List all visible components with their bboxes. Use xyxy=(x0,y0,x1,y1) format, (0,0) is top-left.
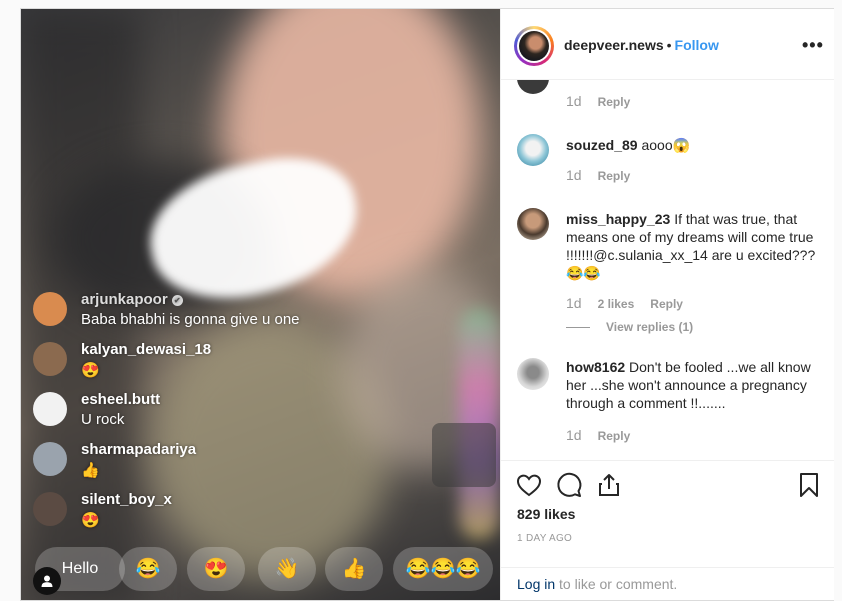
view-replies-button[interactable]: View replies (1) xyxy=(566,320,693,334)
tagged-user-button[interactable] xyxy=(33,567,61,595)
live-comment-user: sharmapadariya xyxy=(81,441,197,458)
avatar[interactable] xyxy=(517,134,549,166)
live-comment-user: arjunkapoor xyxy=(81,291,168,308)
camera-preview xyxy=(432,423,496,487)
avatar xyxy=(33,442,67,476)
avatar xyxy=(33,342,67,376)
live-comment-user: silent_boy_x xyxy=(81,491,172,508)
avatar[interactable] xyxy=(517,80,549,94)
live-comment-user: kalyan_dewasi_18 xyxy=(81,341,212,358)
live-comment: arjunkapoor ✔ Baba bhabhi is gonna give u… xyxy=(33,287,373,337)
share-icon[interactable] xyxy=(595,471,623,499)
comment-icon[interactable] xyxy=(555,471,583,499)
reply-button[interactable]: Reply xyxy=(598,429,631,443)
reaction-bar: Hello 😂 😍 👋 👍 😂😂😂 xyxy=(21,543,500,593)
login-link[interactable]: Log in xyxy=(517,576,555,592)
avatar xyxy=(33,492,67,526)
comment-meta: 1d Reply xyxy=(566,427,630,443)
live-comment-text: 😍 xyxy=(81,362,100,379)
live-comment-user: esheel.butt xyxy=(81,391,161,408)
live-comment: kalyan_dewasi_18 😍 xyxy=(33,337,373,387)
comment-age: 1d xyxy=(566,167,582,183)
reply-button[interactable]: Reply xyxy=(650,297,683,311)
avatar xyxy=(33,392,67,426)
reaction-laugh-multi-button[interactable]: 😂😂😂 xyxy=(393,547,493,591)
view-replies-label: View replies (1) xyxy=(606,320,694,334)
comment-user[interactable]: how8162 xyxy=(566,359,625,375)
login-prompt: Log in to like or comment. xyxy=(501,567,834,601)
comment-meta: 1d Reply xyxy=(566,93,630,109)
reaction-thumbs-up-button[interactable]: 👍 xyxy=(325,547,383,591)
comment-age: 1d xyxy=(566,295,582,311)
reply-button[interactable]: Reply xyxy=(598,95,631,109)
post-timestamp: 1 DAY AGO xyxy=(517,533,573,544)
comment-age: 1d xyxy=(566,93,582,109)
like-heart-icon[interactable] xyxy=(515,471,543,499)
comment-user[interactable]: miss_happy_23 xyxy=(566,211,670,227)
more-options-icon[interactable]: ••• xyxy=(802,35,824,56)
login-prompt-text: to like or comment. xyxy=(555,576,678,592)
live-comment: sharmapadariya 👍 xyxy=(33,437,373,487)
comment-age: 1d xyxy=(566,427,582,443)
post-author[interactable]: deepveer.news xyxy=(564,37,664,53)
comment-likes[interactable]: 2 likes xyxy=(598,297,635,311)
comment-user[interactable]: souzed_89 xyxy=(566,137,638,153)
user-icon xyxy=(41,575,53,587)
live-comment: esheel.butt U rock xyxy=(33,387,373,437)
reaction-laugh-button[interactable]: 😂 xyxy=(119,547,177,591)
live-comments: arjunkapoor ✔ Baba bhabhi is gonna give u… xyxy=(33,287,373,537)
bookmark-icon[interactable] xyxy=(795,471,823,499)
instagram-post: arjunkapoor ✔ Baba bhabhi is gonna give u… xyxy=(20,8,834,601)
follow-button[interactable]: Follow xyxy=(675,37,719,53)
avatar[interactable] xyxy=(517,358,549,390)
comments-list: 1d Reply souzed_89 aooo😱 1d Reply miss_hap… xyxy=(501,80,834,460)
replies-divider xyxy=(566,327,590,329)
reply-button[interactable]: Reply xyxy=(598,169,631,183)
separator: • xyxy=(666,37,672,53)
avatar[interactable] xyxy=(517,208,549,240)
post-side-panel: deepveer.news • Follow ••• 1d Reply souzed_… xyxy=(500,9,834,600)
avatar[interactable] xyxy=(514,26,554,66)
comment-meta: 1d Reply xyxy=(566,167,630,183)
comment-meta: 1d 2 likes Reply xyxy=(566,295,683,311)
live-comment-text: Baba bhabhi is gonna give u one xyxy=(81,311,300,328)
comment-text: aooo😱 xyxy=(641,137,691,153)
post-video[interactable]: arjunkapoor ✔ Baba bhabhi is gonna give u… xyxy=(21,9,500,600)
likes-count[interactable]: 829 likes xyxy=(517,506,575,522)
reaction-heart-eyes-button[interactable]: 😍 xyxy=(187,547,245,591)
avatar xyxy=(33,292,67,326)
reaction-wave-button[interactable]: 👋 xyxy=(258,547,316,591)
verified-icon: ✔ xyxy=(171,295,183,306)
post-actions: 829 likes 1 DAY AGO Log in to like or co… xyxy=(501,460,834,600)
post-header: deepveer.news • Follow ••• xyxy=(501,9,834,80)
live-comment: silent_boy_x 😍 xyxy=(33,487,373,537)
live-comment-text: U rock xyxy=(81,411,125,428)
live-comment-text: 😍 xyxy=(81,512,100,529)
live-comment-text: 👍 xyxy=(81,462,100,479)
